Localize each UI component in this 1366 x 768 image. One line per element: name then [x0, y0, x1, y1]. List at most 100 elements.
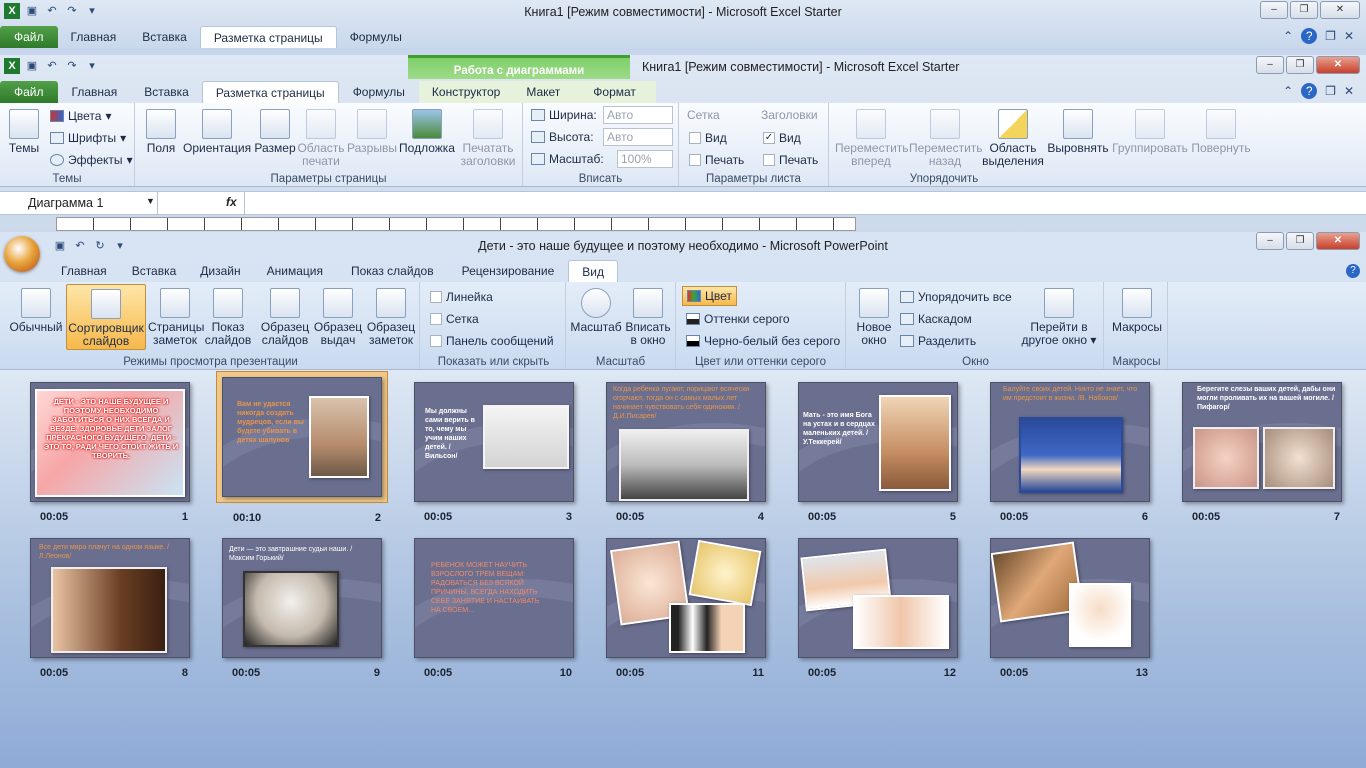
help-icon[interactable]: ?: [1301, 83, 1318, 99]
slide-thumbnail[interactable]: 00:05 11: [600, 532, 772, 679]
slideshow-button[interactable]: Показ слайдов: [204, 288, 252, 347]
color-button[interactable]: Цвет: [682, 286, 737, 306]
print-area-button[interactable]: Область печати: [295, 109, 347, 168]
selection-pane-button[interactable]: Область выделения: [981, 109, 1045, 168]
split-button[interactable]: Разделить: [900, 334, 976, 348]
help-icon[interactable]: ?: [1346, 264, 1360, 278]
formula-input[interactable]: [244, 192, 1348, 214]
tab-file[interactable]: Файл: [0, 26, 58, 48]
slide-sorter-button[interactable]: Сортировщик слайдов: [66, 284, 146, 350]
minimize-button[interactable]: –: [1260, 1, 1288, 19]
gridlines-checkbox[interactable]: Сетка: [430, 312, 479, 326]
close-button[interactable]: ✕: [1320, 1, 1360, 19]
tab-view[interactable]: Вид: [568, 260, 618, 282]
slide-master-button[interactable]: Образец слайдов: [258, 288, 312, 347]
headings-print-checkbox[interactable]: Печать: [763, 153, 818, 167]
bring-forward-button[interactable]: Переместить вперед: [835, 109, 909, 168]
tab-format[interactable]: Формат: [573, 81, 656, 103]
group-button[interactable]: Группировать: [1109, 109, 1191, 155]
normal-view-button[interactable]: Обычный: [6, 288, 66, 334]
tab-design[interactable]: Дизайн: [188, 260, 252, 282]
headings-view-checkbox[interactable]: ✓ Вид: [763, 131, 801, 145]
tab-animation[interactable]: Анимация: [253, 260, 337, 282]
cascade-button[interactable]: Каскадом: [900, 312, 972, 326]
tab-slideshow[interactable]: Показ слайдов: [337, 260, 448, 282]
macros-button[interactable]: Макросы: [1110, 288, 1164, 334]
slide-thumbnail[interactable]: 00:05 12: [792, 532, 964, 679]
chevron-up-icon[interactable]: ⌃: [1283, 29, 1293, 43]
orientation-button[interactable]: Ориентация: [183, 109, 251, 155]
tab-formulas[interactable]: Формулы: [337, 26, 415, 48]
restore-icon[interactable]: ❐: [1325, 84, 1336, 98]
slide-thumbnail[interactable]: 00:05 13: [984, 532, 1156, 679]
send-backward-button[interactable]: Переместить назад: [909, 109, 983, 168]
tab-design[interactable]: Конструктор: [418, 81, 514, 103]
margins-button[interactable]: Поля: [143, 109, 179, 155]
ruler-checkbox[interactable]: Линейка: [430, 290, 493, 304]
tab-home[interactable]: Главная: [58, 81, 132, 103]
fonts-button[interactable]: Шрифты ▾: [50, 131, 126, 145]
height-select[interactable]: Авто: [603, 128, 673, 146]
slide-thumbnail[interactable]: Мать - это имя Бога на устах и в сердцах…: [792, 376, 964, 523]
notes-master-button[interactable]: Образец заметок: [364, 288, 418, 347]
tab-file[interactable]: Файл: [0, 81, 58, 103]
undo-icon[interactable]: ↶: [44, 58, 60, 74]
maximize-button[interactable]: ❐: [1286, 232, 1314, 250]
close-button[interactable]: ✕: [1316, 232, 1360, 250]
name-box-dropdown-icon[interactable]: ▼: [146, 196, 155, 206]
gridlines-view-checkbox[interactable]: Вид: [689, 131, 727, 145]
black-white-button[interactable]: Черно-белый без серого: [686, 334, 840, 348]
arrange-all-button[interactable]: Упорядочить все: [900, 290, 1012, 304]
message-bar-checkbox[interactable]: Панель сообщений: [430, 334, 554, 348]
tab-insert[interactable]: Вставка: [120, 260, 189, 282]
slide-thumbnail[interactable]: Берегите слезы ваших детей, дабы они мог…: [1176, 376, 1348, 523]
print-titles-button[interactable]: Печатать заголовки: [457, 109, 519, 168]
zoom-button[interactable]: Масштаб: [570, 288, 622, 334]
width-select[interactable]: Авто: [603, 106, 673, 124]
slide-thumbnail[interactable]: РЕБЕНОК МОЖЕТ НАУЧИТЬ ВЗРОСЛОГО ТРЕМ ВЕЩ…: [408, 532, 580, 679]
breaks-button[interactable]: Разрывы: [347, 109, 397, 155]
slide-thumbnail[interactable]: Когда ребенка пугают, порицают всячески …: [600, 376, 772, 523]
tab-formulas[interactable]: Формулы: [339, 81, 419, 103]
effects-button[interactable]: Эффекты ▾: [50, 153, 133, 167]
restore-icon[interactable]: ❐: [1325, 29, 1336, 43]
themes-button[interactable]: Темы: [6, 109, 42, 155]
tab-home[interactable]: Главная: [58, 26, 130, 48]
help-icon[interactable]: ?: [1301, 28, 1318, 44]
tab-review[interactable]: Рецензирование: [448, 260, 569, 282]
colors-button[interactable]: Цвета ▾: [50, 109, 111, 123]
slide-thumbnail[interactable]: ДЕТИ - ЭТО НАШЕ БУДУЩЕЕ И ПОЭТОМУ НЕОБХО…: [24, 376, 196, 523]
new-window-button[interactable]: Новое окно: [852, 288, 896, 347]
qat-dropdown-icon[interactable]: ▾: [84, 58, 100, 74]
maximize-button[interactable]: ❐: [1286, 56, 1314, 74]
align-button[interactable]: Выровнять: [1047, 109, 1109, 155]
minimize-button[interactable]: –: [1256, 56, 1284, 74]
tab-page-layout[interactable]: Разметка страницы: [201, 81, 339, 103]
fit-to-window-button[interactable]: Вписать в окно: [622, 288, 674, 347]
tab-page-layout[interactable]: Разметка страницы: [199, 26, 337, 48]
slide-thumbnail[interactable]: Балуйте своих детей. Никто не знает, что…: [984, 376, 1156, 523]
fx-icon[interactable]: fx: [226, 195, 237, 209]
switch-windows-button[interactable]: Перейти в другое окно ▾: [1018, 288, 1100, 347]
tab-insert[interactable]: Вставка: [131, 81, 202, 103]
background-button[interactable]: Подложка: [397, 109, 457, 155]
minimize-button[interactable]: –: [1256, 232, 1284, 250]
close-icon[interactable]: ✕: [1344, 29, 1354, 43]
grayscale-button[interactable]: Оттенки серого: [686, 312, 790, 326]
name-box[interactable]: Диаграмма 1: [0, 192, 158, 214]
close-button[interactable]: ✕: [1316, 56, 1360, 74]
save-icon[interactable]: ▣: [24, 58, 40, 74]
tab-home[interactable]: Главная: [48, 260, 120, 282]
handout-master-button[interactable]: Образец выдач: [312, 288, 364, 347]
slide-thumbnail[interactable]: Дети — это завтрашние судьи наши. /Макси…: [216, 532, 388, 679]
redo-icon[interactable]: ↷: [64, 58, 80, 74]
close-icon[interactable]: ✕: [1344, 84, 1354, 98]
notes-page-button[interactable]: Страницы заметок: [148, 288, 204, 347]
size-button[interactable]: Размер: [253, 109, 297, 155]
slide-thumbnail[interactable]: Все дети мира плачут на одном языке. /Л.…: [24, 532, 196, 679]
tab-insert[interactable]: Вставка: [129, 26, 200, 48]
gridlines-print-checkbox[interactable]: Печать: [689, 153, 744, 167]
tab-layout[interactable]: Макет: [513, 81, 574, 103]
chevron-up-icon[interactable]: ⌃: [1283, 84, 1293, 98]
slide-thumbnail[interactable]: Вам не удастся никогда создать мудрецов,…: [216, 371, 388, 524]
